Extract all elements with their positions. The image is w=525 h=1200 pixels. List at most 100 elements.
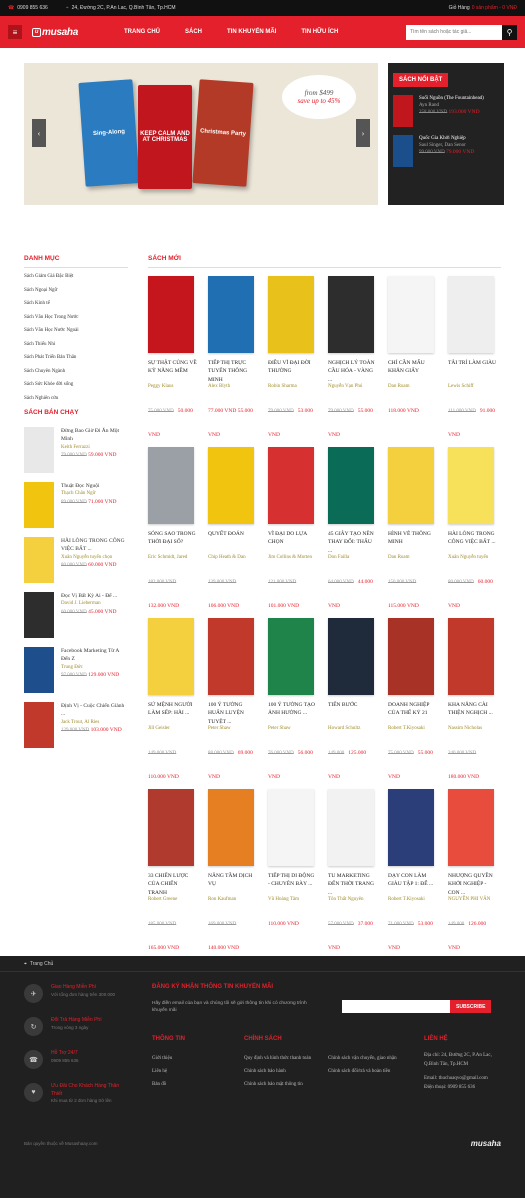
book-card[interactable]: DOANH NGHIỆP CỦA THẾ KỶ 21 Robert T.Kiyos… (388, 618, 437, 780)
address: 24, Đường 2C, P.An Lac, Q.Bình Tân, Tp.H… (71, 5, 176, 11)
footer-link[interactable]: Bản đồ (152, 1078, 244, 1091)
book-card[interactable]: 100 Ý TƯỞNG HUẤN LUYỆN TUYỆT ... Peter Sh… (208, 618, 257, 780)
book-title: HÀI LÒNG TRONG CÔNG VIỆC BẤT ... (448, 531, 496, 546)
featured-item[interactable]: Quốc Gia Khởi Nghiệp Saul Singer, Dan Se… (393, 135, 499, 167)
book-author: Eric Schmidt, Jared (148, 555, 188, 560)
newsletter-email-input[interactable] (342, 1000, 450, 1013)
book-card[interactable]: TIẾP THỊ TRỰC TUYẾN THÔNG MINH Alex Blyth… (208, 276, 257, 438)
footer-link[interactable]: Chính sách đổi/trả và hoàn tiền (328, 1065, 424, 1078)
book-card[interactable]: HÀI LÒNG TRONG CÔNG VIỆC BẤT ... Xuân Ngu… (448, 447, 497, 609)
book-author: David J. Lieberman (61, 601, 101, 607)
book-card[interactable]: ĐIỀU VĨ ĐẠI ĐỜI THƯỜNG Robin Sharma 79.000… (268, 276, 317, 438)
category-item[interactable]: Sách Thiếu Nhi (24, 342, 128, 347)
new-price: 71.000 VND (88, 498, 117, 505)
book-cover (448, 618, 494, 695)
footer-link[interactable]: Chính sách vận chuyển, giao nhận (328, 1052, 424, 1065)
book-author: Dan Roam (388, 384, 410, 389)
book-title: CHÍ CẦN MẨU KHĂN GIẤY (388, 360, 425, 375)
book-card[interactable]: SỨ MỆNH NGƯỜI LÀM SẾP: HÃI ... Jill Geisl… (148, 618, 197, 780)
new-price: 59.000 VND (88, 452, 117, 458)
bestseller-item[interactable]: Đừng Bao Giờ Đi Ăn Một Mình Keith Ferrazz… (24, 427, 128, 473)
book-card[interactable]: KHA NĂNG CÀI THIỆN NGHỊCH ... Nassim Nich… (448, 618, 497, 780)
bestseller-item[interactable]: Đọc Vị Bất Kỳ Ai - Để ... David J. Lieber… (24, 592, 128, 638)
footer-link[interactable]: Liên hệ (152, 1065, 244, 1078)
book-card[interactable]: TIẾP THỊ DI ĐỘNG - CHUYÊN BÀY ... Vũ Hoàn… (268, 789, 317, 934)
footer-link[interactable]: Giới thiệu (152, 1052, 244, 1065)
book-card[interactable]: HÌNH VẼ THÔNG MINH Dan Roam 150.000 VND 11… (388, 447, 437, 609)
book-author: Xuân Nguyễn tuyển (448, 555, 489, 560)
nav-books[interactable]: SÁCH (185, 29, 202, 35)
new-books-title: SÁCH MỚI (148, 255, 501, 268)
nav-home[interactable]: TRANG CHỦ (124, 29, 160, 35)
book-card[interactable]: SỰ THẬT CÚNG VỀ KỸ NĂNG MỀM Peggy Klaus 75… (148, 276, 197, 438)
slider-prev-button[interactable]: ‹ (32, 119, 46, 147)
book-card[interactable]: 100 Ý TƯỞNG TẠO ẢNH HƯỞNG ... Peter Shaw 7… (268, 618, 317, 780)
book-cover (24, 482, 54, 528)
bestseller-item[interactable]: Thuật Đọc Nguội Thạch Chân Ngữ 89.000 VND … (24, 482, 128, 528)
category-item[interactable]: Sách Văn Học Trong Nước (24, 315, 128, 320)
book-author: Vũ Hoàng Tâm (268, 897, 300, 902)
book-card[interactable]: SÓNG SAO TRONG THỜI ĐẠI SỐ? Eric Schmidt,… (148, 447, 197, 609)
book-card[interactable]: NÂNG TẦM DỊCH VỤ Ron Kaufman 169.000 VND 1… (208, 789, 257, 951)
bestseller-item[interactable]: Facebook Marketing Từ A Đến Z Trung Đức 97… (24, 647, 128, 693)
cart-value[interactable]: 0 sản phẩm - 0 VNĐ (472, 5, 517, 11)
book-title: NÂNG TẦM DỊCH VỤ (208, 873, 253, 888)
old-price: 185.000 VND (148, 922, 177, 927)
cart-label[interactable]: Giỏ Hàng (449, 5, 470, 11)
footer-link[interactable]: Quy định và hình thức thanh toán (244, 1052, 328, 1065)
footer-logo: musaha (470, 1139, 501, 1148)
search-icon[interactable]: ⚲ (502, 24, 517, 40)
book-card[interactable]: TÂI TRÍ LÀM GIÀU Lewis Schiff 111.000 VND … (448, 276, 497, 438)
old-price: 139.000 VND (208, 580, 237, 585)
book-title: TIẾP THỊ DI ĐỘNG - CHUYÊN BÀY ... (268, 873, 315, 888)
book-card[interactable]: TIẾN BƯỚC Howard Schultz 149.000 125.000 V… (328, 618, 377, 780)
book-card[interactable]: CHÍ CẦN MẨU KHĂN GIẤY Dan Roam 118.000 VN… (388, 276, 437, 421)
slider-next-button[interactable]: › (356, 119, 370, 147)
old-price: 71.000 VND (388, 922, 414, 927)
logo[interactable]: u musaha (32, 27, 78, 38)
book-cover (388, 789, 434, 866)
subscribe-button[interactable]: SUBSCRIBE (450, 1000, 492, 1013)
category-item[interactable]: Sách Kinh tế (24, 301, 128, 306)
bestseller-item[interactable]: HÃI LÒNG TRONG CÔNG VIỆC BẤT ... Xuân Ngu… (24, 537, 128, 583)
book-title: ĐIỀU VĨ ĐẠI ĐỜI THƯỜNG (268, 360, 311, 375)
book-cover (148, 618, 194, 695)
footer: ⌖ Trang Chủ ✈ Giao Hàng Miễn Phí Với tổng đ… (0, 956, 525, 1198)
contact-email[interactable]: Email: thuchuaqvo@gmail.com (424, 1075, 500, 1084)
category-item[interactable]: Sách Giảm Giá Đặc Biệt (24, 274, 128, 279)
contact-phone: Điện thoại: 0909 855 636 (424, 1084, 476, 1090)
breadcrumb-home[interactable]: Trang Chủ (30, 961, 53, 967)
location-icon: ⌖ (24, 960, 27, 967)
category-item[interactable]: Sách Văn Học Nước Ngoài (24, 328, 128, 333)
old-price: 79.000 VND (268, 409, 294, 414)
category-item[interactable]: Sách Phát Triển Bản Thân (24, 355, 128, 360)
menu-icon[interactable]: ≡ (8, 25, 22, 39)
book-title: SỰ THẬT CÚNG VỀ KỸ NĂNG MỀM (148, 360, 197, 375)
book-card[interactable]: DẠY CON LÀM GIÀU TẬP 1: ĐỂ ... Robert T.K… (388, 789, 437, 951)
book-title: Facebook Marketing Từ A Đến Z (61, 648, 120, 663)
book-card[interactable]: 33 CHIẾN LƯỢC CỦA CHIẾN TRANH Robert Gree… (148, 789, 197, 951)
nav-promotions[interactable]: TIN KHUYẾN MÃI (227, 29, 276, 35)
footer-link[interactable]: Chính sách bảo mật thông tin (244, 1078, 328, 1091)
book-card[interactable]: QUYẾT ĐOÁN Chip Heath & Dan 139.000 VND 10… (208, 447, 257, 609)
book-card[interactable]: 45 GIÂY TẠO NÊN THAY ĐỔI: THẤU ... Don Fa… (328, 447, 377, 609)
nav-useful-news[interactable]: TIN HỮU ÍCH (301, 29, 338, 35)
book-author: Alex Blyth (208, 384, 231, 389)
search-input[interactable] (406, 24, 502, 40)
old-price: 76.000 VND (268, 751, 294, 756)
category-item[interactable]: Sách Ngoại Ngữ (24, 288, 128, 293)
bestsellers-title: SÁCH BÁN CHẠY (24, 409, 79, 416)
category-item[interactable]: Sách Nghiên cứu (24, 396, 128, 401)
footer-link[interactable]: Chính sách bảo hành (244, 1065, 328, 1078)
bestseller-item[interactable]: Định Vị - Cuộc Chiến Giành ... Jack Trout… (24, 702, 128, 748)
book-card[interactable]: NGHỊCH LÝ TOÀN CẦU HÓA - VÀNG ... Nguyễn … (328, 276, 377, 438)
category-item[interactable]: Sách Sức Khỏe đời sống (24, 382, 128, 387)
book-title: HÌNH VẼ THÔNG MINH (388, 531, 431, 546)
old-price: 64.000 VND (328, 580, 354, 585)
book-author: Peggy Klaus (148, 384, 174, 389)
book-card[interactable]: NHƯỢNG QUYỀN KHỞI NGHIỆP - CON ... NGUYỄN… (448, 789, 497, 951)
featured-item[interactable]: Suối Nguồn (The Fountainhead) Ayn Rand 2… (393, 95, 499, 127)
book-card[interactable]: TU MARKETING ĐẾN THỜI TRANG ... Tôn Thất … (328, 789, 377, 951)
category-item[interactable]: Sách Chuyên Ngành (24, 369, 128, 374)
book-card[interactable]: VĨ ĐẠI DO LỰA CHỌN Jim Collins & Morten 12… (268, 447, 317, 609)
